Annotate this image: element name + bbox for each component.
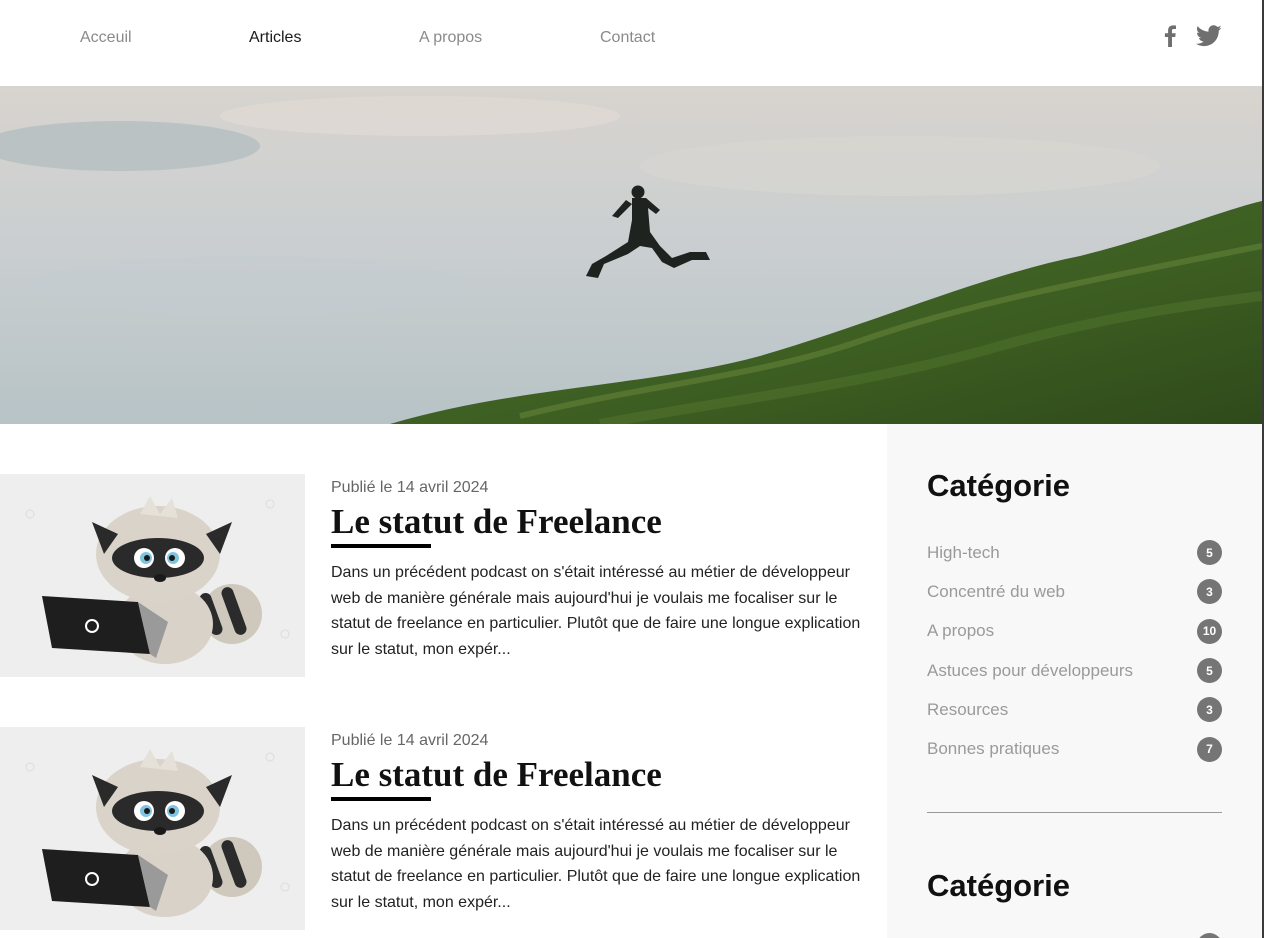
- sidebar-divider: [927, 812, 1222, 813]
- article-date: Publié le 14 avril 2024: [331, 732, 489, 749]
- count-badge: 5: [1197, 658, 1222, 684]
- category-item-bonnes-pratiques[interactable]: Bonnes pratiques 7: [927, 729, 1222, 768]
- sidebar-category-title-2: Catégorie: [927, 868, 1070, 903]
- article-title[interactable]: Le statut de Freelance: [331, 501, 662, 548]
- twitter-icon[interactable]: [1195, 25, 1222, 52]
- count-badge: 7: [1197, 736, 1222, 762]
- count-badge: 10: [1197, 618, 1222, 644]
- category-label: A propos: [927, 621, 995, 641]
- hero-image: [0, 86, 1262, 424]
- count-badge: 5: [1197, 540, 1222, 566]
- category-item-resources[interactable]: Resources 3: [927, 690, 1222, 729]
- category-list: High-tech 5 Concentré du web 3 A propos …: [927, 533, 1222, 769]
- article-excerpt: Dans un précédent podcast on s'était int…: [331, 817, 861, 911]
- article-title[interactable]: Le statut de Freelance: [331, 754, 662, 801]
- category-label: Bonnes pratiques: [927, 739, 1060, 759]
- site-header: Acceuil Articles A propos Contact: [0, 0, 1262, 86]
- article-body: Publié le 14 avril 2024 Le statut de Fre…: [331, 478, 866, 662]
- category-label: Concentré du web: [927, 581, 1065, 601]
- title-underline: [331, 797, 431, 801]
- category-label: Astuces pour développeurs: [927, 660, 1134, 680]
- count-badge: 3: [1197, 579, 1222, 605]
- title-underline: [331, 544, 431, 548]
- article-title-text: Le statut de Freelance: [331, 755, 662, 794]
- sidebar-category-title: Catégorie: [927, 468, 1070, 503]
- nav-item-contact[interactable]: Contact: [600, 29, 655, 47]
- count-badge-partial: [1197, 933, 1222, 938]
- article-excerpt: Dans un précédent podcast on s'était int…: [331, 564, 861, 658]
- article-date: Publié le 14 avril 2024: [331, 479, 489, 496]
- article-title-text: Le statut de Freelance: [331, 502, 662, 541]
- nav-item-acceuil[interactable]: Acceuil: [80, 29, 249, 47]
- category-item-high-tech[interactable]: High-tech 5: [927, 533, 1222, 572]
- category-label: High-tech: [927, 542, 1000, 562]
- category-item-astuces[interactable]: Astuces pour développeurs 5: [927, 651, 1222, 690]
- article-thumbnail[interactable]: [0, 474, 305, 677]
- nav-item-a-propos[interactable]: A propos: [419, 29, 600, 47]
- article-thumbnail[interactable]: [0, 727, 305, 930]
- sidebar: Catégorie High-tech 5 Concentré du web 3…: [887, 424, 1262, 938]
- category-label: Resources: [927, 699, 1009, 719]
- nav-item-articles[interactable]: Articles: [249, 29, 419, 47]
- facebook-icon[interactable]: [1164, 25, 1176, 52]
- category-item-concentre-du-web[interactable]: Concentré du web 3: [927, 572, 1222, 611]
- category-item-a-propos[interactable]: A propos 10: [927, 612, 1222, 651]
- main-nav: Acceuil Articles A propos Contact: [80, 29, 655, 47]
- count-badge: 3: [1197, 697, 1222, 723]
- social-links: [1164, 25, 1222, 52]
- article-body: Publié le 14 avril 2024 Le statut de Fre…: [331, 731, 866, 915]
